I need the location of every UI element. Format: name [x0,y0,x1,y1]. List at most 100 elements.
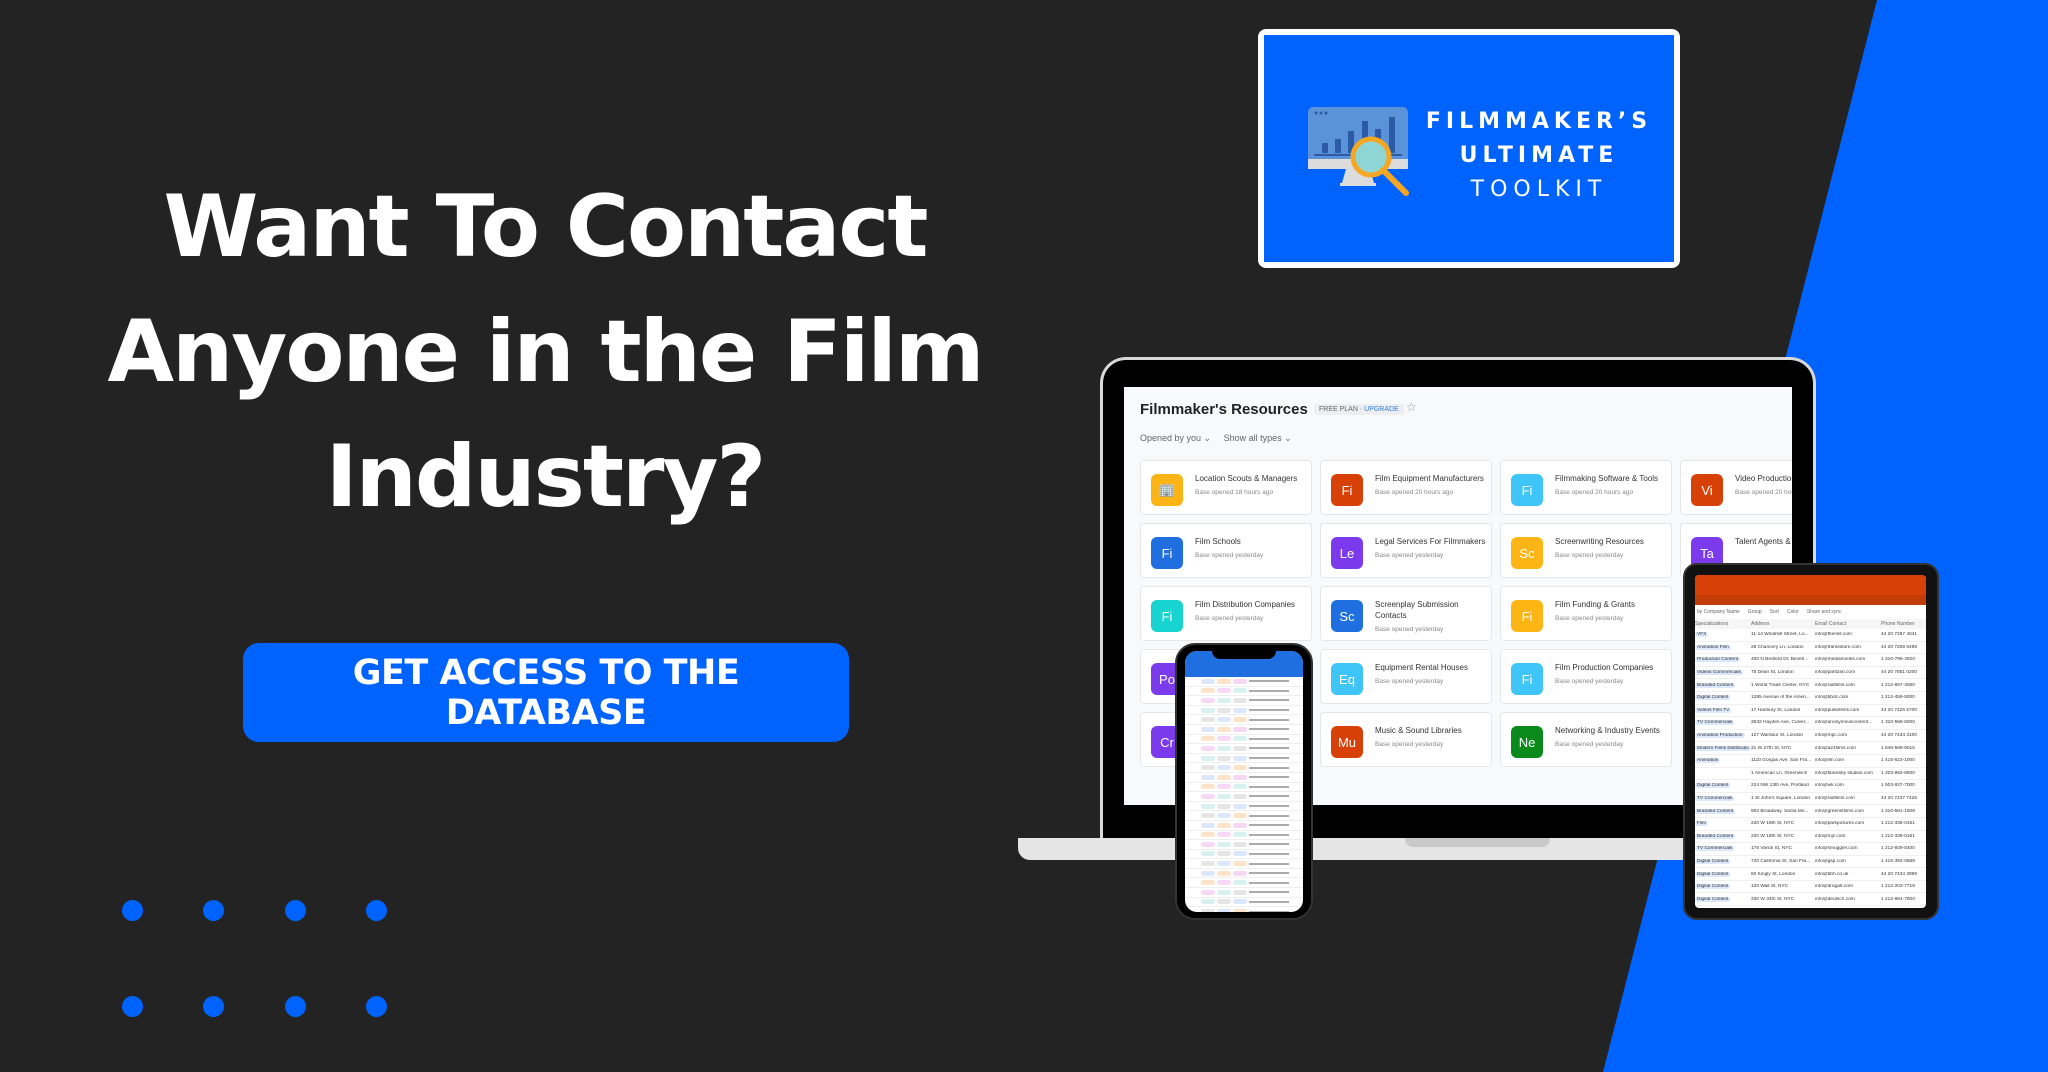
phone-table-row [1185,840,1303,850]
phone-screen [1185,651,1303,912]
base-card[interactable]: Le Legal Services For Filmmakers Base open… [1320,523,1492,578]
base-last-opened: Base opened yesterday [1555,678,1624,685]
base-last-opened: Base opened yesterday [1195,615,1264,622]
tag-pill [1217,899,1231,905]
table-cell: 1 203-992-6800 [1881,770,1915,776]
column-header[interactable]: Address [1751,621,1815,627]
tag-pill [1233,832,1247,838]
table-cell: info@parkpictures.com [1815,821,1865,827]
table-cell: Digital Content [1695,896,1751,902]
toolbar-item[interactable]: Group [1748,609,1762,615]
laptop-notch [1405,838,1550,847]
table-cell: 1 310-558-6000 [1881,720,1915,726]
table-row: 1 American Ln, Greenwich info@blacksky st… [1695,768,1926,781]
phone-table-row [1185,763,1303,773]
phone-table-row [1185,783,1303,793]
base-icon: Fi [1151,600,1183,632]
tag-pill: TV Commercials [1695,796,1735,802]
tag-pill: Digital Content [1695,783,1731,789]
tag-pill [1217,841,1231,847]
opened-by-filter[interactable]: Opened by you ⌄ [1140,433,1211,443]
base-name: Equipment Rental Houses Base opened yeste… [1375,662,1487,687]
table-row: Animation Production 127 Wardour St, Lond… [1695,730,1926,743]
column-header[interactable]: Email Contact [1815,621,1881,627]
table-cell: 44 20 7426 5700 [1881,707,1918,713]
table-row: Animation Film 28 Chancery Ln, London info… [1695,642,1926,655]
type-filter[interactable]: Show all types ⌄ [1224,433,1292,443]
table-row: Digital Content 330 W 34th St, NYC info@de… [1695,893,1926,907]
base-last-opened: Base opened yesterday [1375,741,1444,748]
phone-table-row [1185,677,1303,687]
upgrade-link[interactable]: UPGRADE [1364,406,1399,413]
toolbar-item[interactable]: by Company Name [1697,609,1740,615]
toolbar-item[interactable]: Color [1787,609,1799,615]
table-cell: VFX [1695,632,1751,638]
table-cell: info@ilm.com [1815,758,1845,764]
tag-pill [1233,717,1247,723]
tag-pill [1201,688,1215,694]
toolbar-item[interactable]: Sort [1770,609,1779,615]
table-cell: 1285 Avenue of the Ameri... [1751,695,1810,701]
table-cell: Digital Content [1695,858,1751,864]
table-cell: 44 20 7851 0200 [1881,670,1918,676]
base-card[interactable]: Ne Networking & Industry Events Base opene… [1500,712,1672,767]
base-icon: Mu [1331,726,1363,758]
tag-pill: Film [1695,821,1709,827]
base-card[interactable]: Sc Screenplay Submission Contacts Base ope… [1320,586,1492,641]
base-card[interactable]: Fi Film Equipment Manufacturers Base opene… [1320,460,1492,515]
tag-pill: Videos Film TV [1695,707,1732,713]
star-icon[interactable]: ☆ [1406,400,1417,414]
tag-pill: VFX [1695,632,1709,638]
base-last-opened: Base opened yesterday [1375,626,1444,633]
table-cell: 1 415-623-1000 [1881,758,1915,764]
base-card[interactable]: Eq Equipment Rental Houses Base opened yes… [1320,649,1492,704]
phone-table-row [1185,802,1303,812]
table-cell: Animation Production [1695,733,1751,739]
text-line [1249,785,1289,788]
base-card[interactable]: Fi Film Schools Base opened yesterday [1140,523,1312,578]
table-row: Modern Films Distributio 31 W 27th St, NY… [1695,742,1926,755]
base-card[interactable]: Mu Music & Sound Libraries Base opened yes… [1320,712,1492,767]
base-card[interactable]: 🏢 Location Scouts & Managers Base opened 1… [1140,460,1312,515]
base-card[interactable]: Vi Video ProductionBase opened 20 hours a… [1680,460,1792,515]
table-cell: 1 212-336-0161 [1881,821,1915,827]
base-name: Screenplay Submission Contacts Base opene… [1375,599,1487,635]
tag-pill: Videos Commercials [1695,670,1743,676]
base-card[interactable]: Fi Film Funding & Grants Base opened yeste… [1500,586,1672,641]
text-line [1249,728,1289,731]
dot [122,900,143,921]
tag-pill [1201,832,1215,838]
tag-pill [1217,909,1231,912]
base-name: Film Schools Base opened yesterday [1195,536,1307,561]
toolbar-item[interactable]: Share and sync [1807,609,1842,615]
tag-pill [1201,755,1215,761]
table-row: Branded Content 902 Broadway, Santa Mo...… [1695,805,1926,818]
table-cell: 1 212-667-4060 [1881,682,1915,688]
get-access-button[interactable]: GET ACCESS TO THE DATABASE [243,643,849,742]
tag-pill [1233,707,1247,713]
base-card[interactable]: Sc Screenwriting Resources Base opened yes… [1500,523,1672,578]
tag-pill [1233,793,1247,799]
table-cell: info@partizan.com [1815,670,1856,676]
base-card[interactable]: Fi Filmmaking Software & Tools Base opened… [1500,460,1672,515]
table-cell: 1 212-336-0161 [1881,833,1915,839]
text-line [1249,852,1289,855]
tag-pill: Branded Content [1695,682,1736,688]
column-header[interactable]: Specializations [1695,621,1751,627]
base-last-opened: Base opened 20 hours ago [1375,489,1454,496]
base-name: Talent Agents & Directors [1735,537,1792,546]
table-cell: 224 NW 13th Ave, Portland [1751,783,1809,789]
app-title: Filmmaker's Resources [1140,401,1308,418]
tag-pill [1201,726,1215,732]
tag-pill [1233,784,1247,790]
table-cell: Film [1695,821,1751,827]
column-header[interactable]: Phone Number [1881,621,1926,627]
table-cell: TV Commercials [1695,720,1751,726]
base-card[interactable]: Fi Film Distribution Companies Base opened… [1140,586,1312,641]
tag-pill [1217,793,1231,799]
tag-pill [1233,822,1247,828]
phone-table-row [1185,878,1303,889]
tag-pill [1201,889,1215,895]
table-row: Digital Content 720 California St, San Fr… [1695,856,1926,869]
base-card[interactable]: Fi Film Production Companies Base opened y… [1500,649,1672,704]
